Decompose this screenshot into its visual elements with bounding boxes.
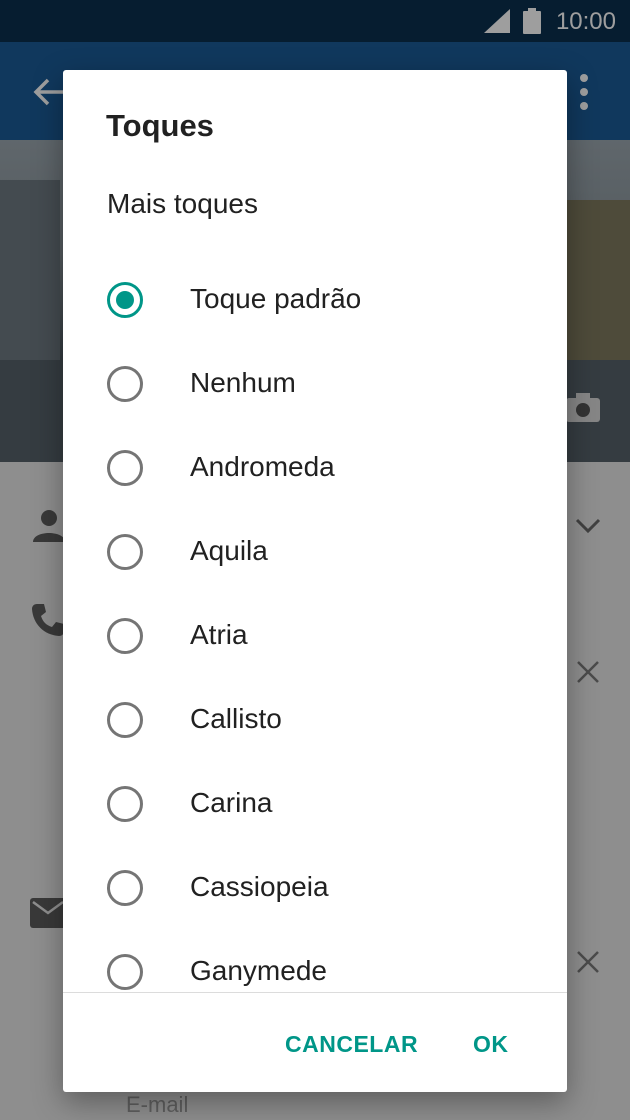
ringtone-option-label: Ganymede [190,955,327,986]
radio-unchecked-icon[interactable] [107,870,143,906]
radio-unchecked-icon[interactable] [107,954,143,990]
ringtone-list[interactable]: Mais toques Toque padrão Nenhum Andromed… [63,174,567,992]
ringtone-option[interactable]: Carina [63,762,567,846]
ringtone-option-label: Callisto [190,703,282,734]
ringtone-option[interactable]: Cassiopeia [63,846,567,930]
radio-unchecked-icon[interactable] [107,534,143,570]
cancel-button[interactable]: CANCELAR [285,1022,418,1066]
radio-checked-icon[interactable] [107,282,143,318]
ringtone-option[interactable]: Toque padrão [63,258,567,342]
ringtone-option-label: Andromeda [190,451,335,482]
ringtone-option-label: Carina [190,787,273,818]
radio-unchecked-icon[interactable] [107,618,143,654]
more-ringtones-item[interactable]: Mais toques [107,188,258,220]
ringtone-option[interactable]: Nenhum [63,342,567,426]
radio-unchecked-icon[interactable] [107,450,143,486]
dialog-title: Toques [106,108,214,143]
ringtone-option-label: Nenhum [190,367,296,398]
ringtone-option[interactable]: Atria [63,594,567,678]
ringtone-option[interactable]: Andromeda [63,426,567,510]
ringtone-option-label: Atria [190,619,248,650]
ringtone-option[interactable]: Aquila [63,510,567,594]
ringtone-dialog: Toques Mais toques Toque padrão Nenhum A… [63,70,567,1092]
ringtone-option-label: Cassiopeia [190,871,329,902]
radio-unchecked-icon[interactable] [107,786,143,822]
ringtone-option-label: Aquila [190,535,268,566]
ok-button[interactable]: OK [473,1022,509,1066]
ringtone-option-label: Toque padrão [190,283,362,314]
radio-unchecked-icon[interactable] [107,702,143,738]
ringtone-option[interactable]: Callisto [63,678,567,762]
radio-unchecked-icon[interactable] [107,366,143,402]
dialog-divider [63,992,567,993]
ringtone-option[interactable]: Ganymede [63,930,567,992]
